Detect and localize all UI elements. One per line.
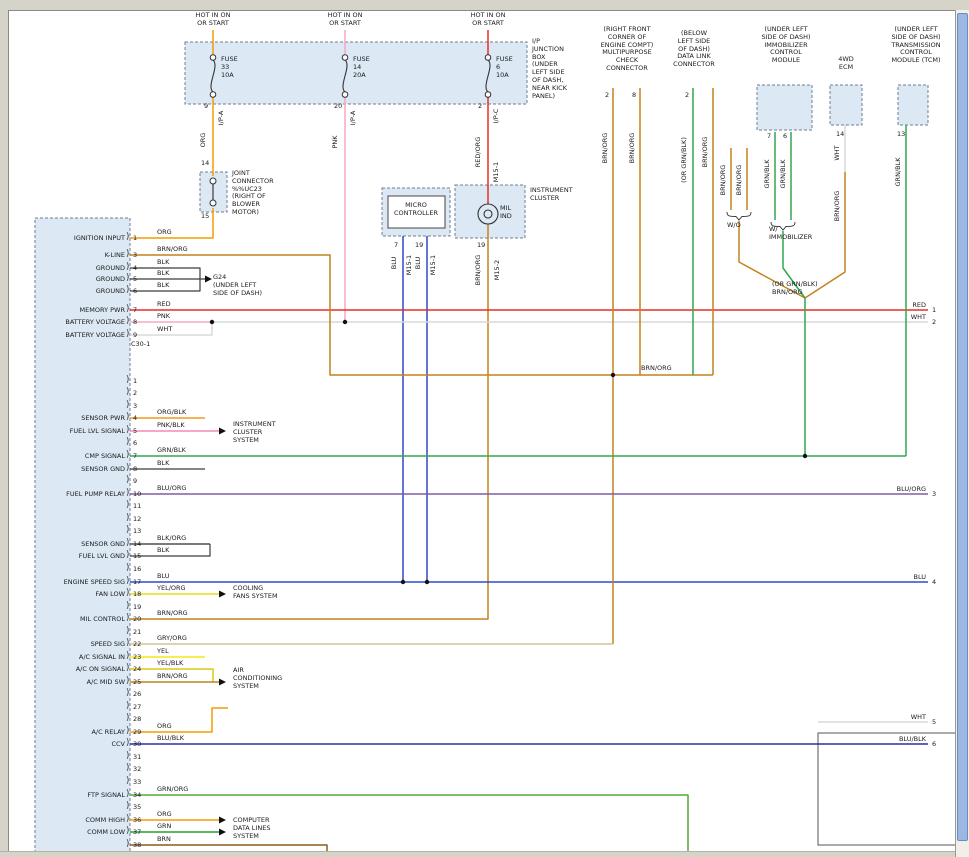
arrow-icon	[219, 817, 226, 824]
immobilizer-box	[757, 85, 812, 130]
wiring-diagram-svg	[0, 0, 969, 857]
fuse-terminal	[485, 55, 491, 61]
wire-blk	[130, 544, 210, 556]
brace	[727, 212, 751, 220]
4wd-ecm-box	[830, 85, 862, 125]
bottom-right-box	[818, 733, 968, 845]
junction-dot	[401, 580, 405, 584]
window-left-border	[0, 10, 9, 857]
joint-terminal	[210, 200, 216, 206]
arrow-icon	[219, 428, 226, 435]
arrow-icon	[219, 679, 226, 686]
wire-grn_org	[130, 795, 688, 856]
wire-wht	[130, 322, 212, 335]
fuse-terminal	[342, 92, 348, 98]
wire-brn_org	[130, 255, 713, 375]
tcm-box	[898, 85, 928, 125]
scrollbar-thumb[interactable]	[957, 13, 968, 841]
arrow-icon	[219, 591, 226, 598]
junction-dot	[210, 320, 214, 324]
junction-dot	[803, 454, 807, 458]
wire-brn_org	[739, 221, 805, 298]
wiring-diagram-page: HOT IN ON OR STARTHOT IN ON OR STARTHOT …	[0, 0, 969, 857]
ecm-box	[35, 218, 130, 857]
ip-junction-box	[185, 42, 527, 104]
fuse-terminal	[485, 92, 491, 98]
junction-dot	[343, 320, 347, 324]
vertical-scrollbar[interactable]	[955, 10, 969, 857]
wire-org	[130, 708, 228, 732]
instrument-cluster-box	[455, 185, 525, 238]
wire-brn_org	[130, 224, 488, 619]
micro-controller-box	[388, 196, 445, 228]
wire-org	[130, 208, 213, 238]
joint-terminal	[210, 178, 216, 184]
wire-yel_blk	[130, 669, 213, 682]
junction-dot	[611, 373, 615, 377]
brace	[771, 222, 795, 230]
window-top-border	[0, 0, 969, 11]
fuse-terminal	[210, 55, 216, 61]
window-bottom-border	[0, 851, 955, 857]
junction-dot	[425, 580, 429, 584]
fuse-terminal	[342, 55, 348, 61]
arrow-icon	[205, 276, 212, 283]
wire-brn_org	[805, 172, 845, 298]
fuse-terminal	[210, 92, 216, 98]
arrow-icon	[219, 829, 226, 836]
